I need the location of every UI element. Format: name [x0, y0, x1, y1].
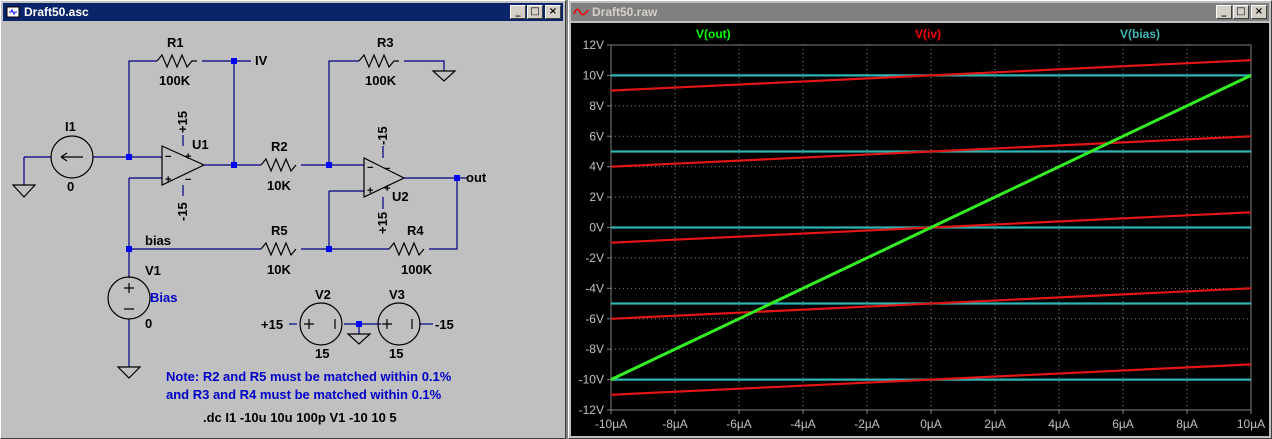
close-button[interactable]: ×	[545, 5, 561, 19]
ground-icon	[346, 333, 372, 345]
y-tick-label: 12V	[583, 38, 604, 52]
y-tick-label: 8V	[589, 99, 604, 113]
v3-value: 15	[389, 346, 403, 361]
svg-text:+: +	[185, 151, 191, 163]
y-tick-label: -6V	[585, 312, 604, 326]
y-tick-label: -4V	[585, 281, 604, 295]
u2-vplus-label: +15	[375, 212, 390, 234]
x-tick-label: -6µA	[726, 417, 752, 431]
minimize-button[interactable]: _	[1216, 5, 1232, 19]
u2-vminus-label: -15	[375, 126, 390, 145]
r1-ref: R1	[167, 35, 184, 50]
x-tick-label: 2µA	[984, 417, 1006, 431]
x-tick-label: 10µA	[1237, 417, 1265, 431]
ground-icon	[431, 70, 457, 82]
u1-ref: U1	[192, 137, 209, 152]
schematic-window[interactable]: Draft50.asc _ □ × − + − + + − − + R1 100…	[0, 0, 566, 439]
x-tick-label: 4µA	[1048, 417, 1070, 431]
i1-ref: I1	[65, 119, 76, 134]
x-tick-label: -10µA	[595, 417, 627, 431]
plot-pane[interactable]: -12V -10V -8V -6V -4V -2V 0V 2V 4V 6V 8V 10V 12V -10…	[571, 23, 1269, 436]
net-out: out	[466, 170, 487, 185]
r1-zigzag	[156, 53, 197, 69]
waveform-titlebar[interactable]: Draft50.raw _ □ ×	[571, 3, 1269, 21]
legend-viv[interactable]: V(iv)	[915, 27, 941, 41]
note-line-1[interactable]: Note: R2 and R5 must be matched within 0…	[166, 369, 452, 384]
waveform-title: Draft50.raw	[592, 5, 658, 19]
svg-text:−: −	[367, 162, 373, 174]
x-tick-label: -8µA	[662, 417, 688, 431]
i1-value: 0	[67, 179, 74, 194]
net-plus15: +15	[261, 317, 283, 332]
y-tick-label: -2V	[585, 251, 604, 265]
u2-ref: U2	[392, 189, 409, 204]
v3-ref: V3	[389, 287, 405, 302]
minimize-button[interactable]: _	[510, 5, 526, 19]
schematic-title: Draft50.asc	[24, 5, 89, 19]
legend-vout[interactable]: V(out)	[696, 27, 731, 41]
r4-zigzag	[388, 241, 425, 257]
ground-icon	[11, 184, 37, 198]
x-tick-label: 8µA	[1176, 417, 1198, 431]
r5-value: 10K	[267, 262, 291, 277]
v1-ref: V1	[145, 263, 161, 278]
close-button[interactable]: ×	[1251, 5, 1267, 19]
x-tick-label: 0µA	[920, 417, 942, 431]
u1-vminus-label: -15	[175, 202, 190, 221]
r3-zigzag	[358, 53, 399, 69]
maximize-button[interactable]: □	[527, 5, 543, 19]
y-tick-label: 4V	[589, 160, 604, 174]
y-tick-label: 10V	[583, 68, 604, 82]
r4-value: 100K	[401, 262, 433, 277]
y-tick-label: 2V	[589, 190, 604, 204]
note-line-2[interactable]: and R3 and R4 must be matched within 0.1…	[166, 387, 442, 402]
legend-vbias[interactable]: V(bias)	[1120, 27, 1160, 41]
r5-ref: R5	[271, 223, 288, 238]
y-tick-label: -8V	[585, 342, 604, 356]
svg-text:−: −	[384, 163, 390, 175]
v2-ref: V2	[315, 287, 331, 302]
net-bias: bias	[145, 233, 171, 248]
y-tick-label: -12V	[579, 403, 604, 417]
v1-bias-label: Bias	[150, 290, 177, 305]
y-tick-label: -10V	[579, 373, 604, 387]
v1-voltage-source	[107, 276, 151, 320]
svg-text:+: +	[367, 185, 373, 197]
svg-text:−: −	[165, 151, 171, 163]
schematic-doc-icon	[5, 5, 21, 19]
r2-zigzag	[260, 157, 297, 173]
y-tick-label: 0V	[589, 221, 604, 235]
x-tick-label: -2µA	[854, 417, 880, 431]
schematic-canvas[interactable]: − + − + + − − + R1 100K R2 10K R3 100K R…	[3, 23, 563, 436]
y-tick-label: 6V	[589, 129, 604, 143]
waveform-window[interactable]: Draft50.raw _ □ × -12V -10V -8V -6V -4V -2V 0V…	[568, 0, 1272, 439]
x-tick-label: 6µA	[1112, 417, 1134, 431]
v1-value: 0	[145, 316, 152, 331]
r1-value: 100K	[159, 73, 191, 88]
r5-zigzag	[260, 241, 297, 257]
waveform-icon	[573, 5, 589, 19]
svg-text:−: −	[185, 174, 191, 186]
net-iv: IV	[255, 53, 268, 68]
maximize-button[interactable]: □	[1233, 5, 1249, 19]
waveform-plot[interactable]: -12V -10V -8V -6V -4V -2V 0V 2V 4V 6V 8V 10V 12V -10…	[571, 23, 1269, 436]
r4-ref: R4	[407, 223, 424, 238]
svg-text:+: +	[165, 174, 171, 186]
u1-vplus-label: +15	[175, 111, 190, 133]
i1-current-source	[50, 135, 94, 179]
svg-text:+: +	[384, 183, 390, 195]
net-minus15: -15	[435, 317, 454, 332]
v2-value: 15	[315, 346, 329, 361]
r2-ref: R2	[271, 139, 288, 154]
r2-value: 10K	[267, 178, 291, 193]
x-tick-label: -4µA	[790, 417, 816, 431]
r3-ref: R3	[377, 35, 394, 50]
r3-value: 100K	[365, 73, 397, 88]
spice-directive[interactable]: .dc I1 -10u 10u 100p V1 -10 10 5	[203, 410, 397, 425]
schematic-titlebar[interactable]: Draft50.asc _ □ ×	[3, 3, 563, 21]
ground-icon	[116, 366, 142, 379]
